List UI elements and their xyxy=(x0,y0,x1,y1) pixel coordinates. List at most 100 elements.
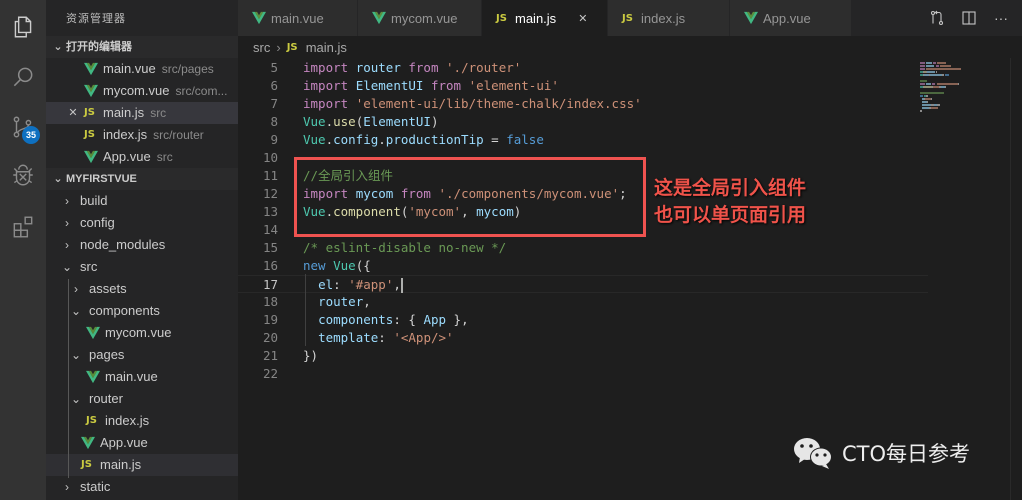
minimap-token xyxy=(920,62,926,64)
code-line: 17 el: '#app', xyxy=(238,275,928,293)
tree-file[interactable]: JS index.js xyxy=(46,410,238,432)
line-code: new Vue({ xyxy=(303,257,371,275)
close-icon[interactable]: ✕ xyxy=(66,102,80,124)
open-editor-item[interactable]: mycom.vue src/com... xyxy=(46,80,238,102)
files-icon[interactable] xyxy=(8,12,38,42)
chevron-down-icon: ⌄ xyxy=(70,348,82,362)
line-number: 8 xyxy=(270,114,278,129)
minimap[interactable] xyxy=(920,58,1010,118)
minimap-token xyxy=(921,104,931,106)
file-path: src xyxy=(150,106,167,120)
minimap-token xyxy=(931,83,936,85)
code-token: : { xyxy=(393,312,424,327)
breadcrumb-folder[interactable]: src xyxy=(253,40,270,55)
more-actions-icon[interactable]: ··· xyxy=(992,10,1010,26)
file-path: src/router xyxy=(153,128,204,142)
vertical-scrollbar[interactable] xyxy=(1010,58,1022,500)
code-token: ({ xyxy=(355,258,371,273)
code-editor[interactable]: 5 import router from './router' 6 import El… xyxy=(238,58,928,500)
tree-file[interactable]: mycom.vue xyxy=(46,322,238,344)
minimap-token xyxy=(920,65,926,67)
explorer-sidebar: 资源管理器 ⌄ 打开的编辑器 main.vue src/pages mycom.vu… xyxy=(46,0,238,500)
line-number: 21 xyxy=(262,348,278,363)
code-token: components xyxy=(318,312,394,327)
tree-folder[interactable]: › build xyxy=(46,190,238,212)
open-changes-icon[interactable] xyxy=(928,10,946,26)
vue-file-icon xyxy=(744,11,758,25)
minimap-token xyxy=(932,62,937,64)
tab-app-vue[interactable]: App.vue xyxy=(730,0,852,36)
tree-folder[interactable]: ⌄ src xyxy=(46,256,238,278)
code-token: }, xyxy=(446,312,469,327)
code-line: 7 import 'element-ui/lib/theme-chalk/inde… xyxy=(238,95,928,113)
tree-file[interactable]: App.vue xyxy=(46,432,238,454)
tree-file[interactable]: main.vue xyxy=(46,366,238,388)
code-token: Vue xyxy=(303,114,326,129)
minimap-token xyxy=(920,92,945,94)
js-file-icon: JS xyxy=(622,12,633,24)
close-icon[interactable]: ✕ xyxy=(578,12,587,25)
vue-file-icon xyxy=(372,11,386,25)
chevron-right-icon: › xyxy=(65,480,69,494)
wechat-icon xyxy=(794,438,832,469)
tree-folder[interactable]: › config xyxy=(46,212,238,234)
code-line: 9 Vue.config.productionTip = false xyxy=(238,131,928,149)
open-editor-item[interactable]: App.vue src xyxy=(46,146,238,168)
minimap-token xyxy=(920,80,928,82)
minimap-token xyxy=(920,110,922,112)
vue-file-icon xyxy=(252,11,266,25)
line-number: 16 xyxy=(262,258,278,273)
project-header[interactable]: ⌄ MYFIRSTVUE xyxy=(46,168,238,190)
tree-label: node_modules xyxy=(80,237,166,252)
line-number: 19 xyxy=(262,312,278,327)
minimap-token xyxy=(958,83,960,85)
bug-icon[interactable] xyxy=(8,160,38,190)
split-editor-icon[interactable] xyxy=(960,10,978,26)
line-number: 20 xyxy=(262,330,278,345)
editor-tabs: main.vue mycom.vue JS main.js ✕ JS index.js App… xyxy=(238,0,1022,36)
tree-file[interactable]: JS main.js xyxy=(46,454,238,476)
open-editor-item[interactable]: JS index.js src/router xyxy=(46,124,238,146)
chevron-right-icon: › xyxy=(74,282,78,296)
line-number: 11 xyxy=(262,168,278,183)
chevron-right-icon: › xyxy=(65,238,69,252)
tree-folder[interactable]: › static xyxy=(46,476,238,498)
open-editors-header[interactable]: ⌄ 打开的编辑器 xyxy=(46,36,238,58)
code-token: , xyxy=(363,294,371,309)
minimap-token xyxy=(935,65,940,67)
tree-folder[interactable]: ⌄ components xyxy=(46,300,238,322)
open-editor-item[interactable]: ✕ JS main.js src xyxy=(46,102,238,124)
line-code: import 'element-ui/lib/theme-chalk/index… xyxy=(303,95,642,113)
tree-label: assets xyxy=(89,281,127,296)
tab-mycom-vue[interactable]: mycom.vue xyxy=(358,0,482,36)
watermark-text: CTO每日参考 xyxy=(842,442,971,466)
minimap-token xyxy=(920,68,926,70)
code-token: Vue xyxy=(303,132,326,147)
tab-main-js[interactable]: JS main.js ✕ xyxy=(482,0,608,36)
line-number: 22 xyxy=(262,366,278,381)
tree-folder[interactable]: › node_modules xyxy=(46,234,238,256)
code-token: use xyxy=(333,114,356,129)
tree-label: build xyxy=(80,193,108,208)
code-token: ElementUI xyxy=(355,78,424,93)
breadcrumb-file[interactable]: main.js xyxy=(306,40,347,55)
line-number: 9 xyxy=(270,132,278,147)
tree-label: pages xyxy=(89,347,125,362)
line-code: el: '#app', xyxy=(303,276,403,294)
tree-folder[interactable]: ⌄ pages xyxy=(46,344,238,366)
tree-folder[interactable]: ⌄ router xyxy=(46,388,238,410)
code-token: . xyxy=(325,132,334,147)
tab-index-js[interactable]: JS index.js xyxy=(608,0,730,36)
code-token: : xyxy=(378,330,394,345)
line-number: 15 xyxy=(262,240,278,255)
code-token: router xyxy=(318,294,364,309)
extensions-icon[interactable] xyxy=(8,212,38,242)
tab-main-vue[interactable]: main.vue xyxy=(238,0,358,36)
tree-label: mycom.vue xyxy=(105,325,172,340)
tree-folder[interactable]: › assets xyxy=(46,278,238,300)
search-icon[interactable] xyxy=(8,62,38,92)
open-editor-item[interactable]: main.vue src/pages xyxy=(46,58,238,80)
